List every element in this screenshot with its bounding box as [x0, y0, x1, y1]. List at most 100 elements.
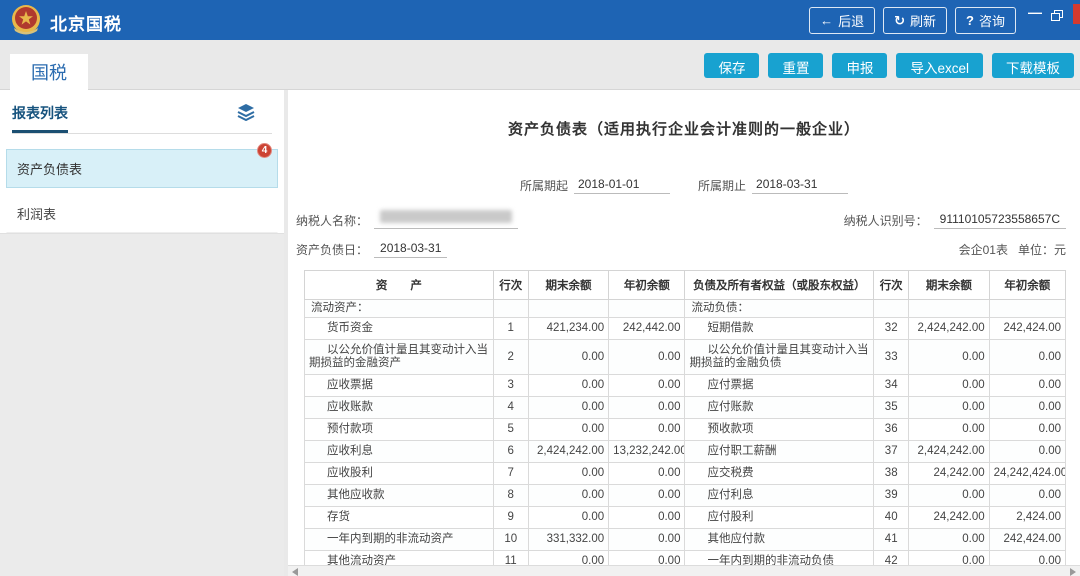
period-start-field[interactable]: 2018-01-01 [574, 177, 670, 194]
amount-cell[interactable]: 13,232,242.00 [609, 441, 685, 463]
item-name-cell: 短期借款 [685, 318, 874, 340]
amount-cell[interactable]: 0.00 [909, 397, 989, 419]
amount-cell[interactable]: 0.00 [609, 529, 685, 551]
line-number-cell: 36 [874, 419, 909, 441]
amount-cell[interactable]: 0.00 [989, 397, 1065, 419]
sidebar-item-balance-sheet[interactable]: 资产负债表 4 [6, 149, 278, 188]
refresh-button[interactable]: ↻ 刷新 [883, 7, 947, 34]
amount-cell[interactable]: 0.00 [909, 551, 989, 566]
table-row: 货币资金1421,234.00242,442.00短期借款322,424,242… [305, 318, 1066, 340]
amount-cell[interactable]: 0.00 [989, 551, 1065, 566]
amount-cell[interactable]: 0.00 [528, 507, 608, 529]
table-row: 应收账款40.000.00应付账款350.000.00 [305, 397, 1066, 419]
item-name-cell: 货币资金 [305, 318, 494, 340]
amount-cell[interactable]: 2,424,242.00 [909, 441, 989, 463]
amount-cell[interactable]: 242,424.00 [989, 529, 1065, 551]
item-name-cell: 其他应付款 [685, 529, 874, 551]
amount-cell[interactable]: 421,234.00 [528, 318, 608, 340]
amount-cell[interactable]: 0.00 [528, 397, 608, 419]
item-name-cell: 以公允价值计量且其变动计入当期损益的金融资产 [305, 340, 494, 375]
table-row: 其他流动资产110.000.00一年内到期的非流动负债420.000.00 [305, 551, 1066, 566]
table-row: 流动资产：流动负债： [305, 300, 1066, 318]
amount-cell[interactable]: 0.00 [609, 397, 685, 419]
declare-button[interactable]: 申报 [832, 53, 887, 78]
amount-cell[interactable]: 242,442.00 [609, 318, 685, 340]
horizontal-scrollbar[interactable] [288, 565, 1080, 576]
arrow-left-icon: ← [820, 13, 833, 28]
amount-cell[interactable]: 0.00 [989, 441, 1065, 463]
amount-cell[interactable]: 242,424.00 [989, 318, 1065, 340]
amount-cell[interactable]: 0.00 [909, 419, 989, 441]
line-number-cell: 9 [493, 507, 528, 529]
amount-cell[interactable]: 24,242.00 [909, 507, 989, 529]
taxpayer-id-label: 纳税人识别号： [844, 212, 928, 229]
amount-cell[interactable]: 0.00 [909, 529, 989, 551]
amount-cell[interactable]: 2,424,242.00 [528, 441, 608, 463]
download-template-button[interactable]: 下载模板 [992, 53, 1074, 78]
line-number-cell: 5 [493, 419, 528, 441]
scroll-right-arrow[interactable] [1070, 568, 1076, 576]
line-number-cell: 11 [493, 551, 528, 566]
column-header: 期末余额 [528, 271, 608, 300]
amount-cell[interactable]: 24,242.00 [909, 463, 989, 485]
amount-cell [909, 300, 989, 318]
restore-icon [1051, 10, 1064, 22]
amount-cell[interactable]: 0.00 [989, 340, 1065, 375]
line-number-cell: 38 [874, 463, 909, 485]
scroll-left-arrow[interactable] [292, 568, 298, 576]
back-button[interactable]: ← 后退 [809, 7, 875, 34]
table-row: 应收票据30.000.00应付票据340.000.00 [305, 375, 1066, 397]
balance-date-label: 资产负债日： [296, 241, 368, 258]
item-name-cell: 应付股利 [685, 507, 874, 529]
amount-cell[interactable]: 0.00 [609, 340, 685, 375]
item-name-cell: 应收利息 [305, 441, 494, 463]
amount-cell[interactable]: 24,242,424.00 [989, 463, 1065, 485]
amount-cell[interactable]: 0.00 [528, 463, 608, 485]
help-button[interactable]: ? 咨询 [955, 7, 1016, 34]
item-name-cell: 预收款项 [685, 419, 874, 441]
reset-button[interactable]: 重置 [768, 53, 823, 78]
toolbar: 保存 重置 申报 导入excel 下载模板 [704, 53, 1074, 78]
sidebar-item-profit-statement[interactable]: 利润表 [6, 194, 278, 233]
balance-date-field[interactable]: 2018-03-31 [374, 241, 447, 258]
help-button-label: 咨询 [979, 11, 1005, 30]
import-excel-button[interactable]: 导入excel [896, 53, 983, 78]
notification-badge: 4 [257, 143, 272, 158]
amount-cell[interactable]: 0.00 [609, 551, 685, 566]
line-number-cell: 41 [874, 529, 909, 551]
amount-cell[interactable]: 2,424,242.00 [909, 318, 989, 340]
amount-cell[interactable]: 0.00 [989, 419, 1065, 441]
amount-cell[interactable]: 0.00 [609, 419, 685, 441]
save-button[interactable]: 保存 [704, 53, 759, 78]
amount-cell[interactable]: 0.00 [609, 507, 685, 529]
layers-icon[interactable] [236, 103, 256, 126]
amount-cell[interactable]: 0.00 [528, 419, 608, 441]
amount-cell[interactable]: 0.00 [909, 375, 989, 397]
amount-cell[interactable]: 2,424.00 [989, 507, 1065, 529]
restore-button[interactable] [1051, 9, 1064, 27]
amount-cell[interactable]: 0.00 [528, 551, 608, 566]
amount-cell[interactable]: 0.00 [609, 375, 685, 397]
balance-table-wrap: 资 产行次期末余额年初余额负债及所有者权益（或股东权益）行次期末余额年初余额 流… [304, 270, 1066, 565]
amount-cell[interactable]: 0.00 [909, 340, 989, 375]
line-number-cell: 39 [874, 485, 909, 507]
amount-cell[interactable]: 331,332.00 [528, 529, 608, 551]
amount-cell[interactable]: 0.00 [528, 485, 608, 507]
close-button[interactable] [1073, 4, 1080, 24]
sidebar-item-label: 利润表 [17, 207, 56, 222]
amount-cell[interactable]: 0.00 [909, 485, 989, 507]
period-end-field[interactable]: 2018-03-31 [752, 177, 848, 194]
amount-cell[interactable]: 0.00 [528, 375, 608, 397]
amount-cell[interactable]: 0.00 [609, 463, 685, 485]
item-name-cell: 流动资产： [305, 300, 494, 318]
column-header: 行次 [874, 271, 909, 300]
item-name-cell: 应付利息 [685, 485, 874, 507]
amount-cell[interactable]: 0.00 [528, 340, 608, 375]
tab-guoshui[interactable]: 国税 [10, 54, 88, 90]
amount-cell[interactable]: 0.00 [989, 375, 1065, 397]
item-name-cell: 一年内到期的非流动负债 [685, 551, 874, 566]
amount-cell[interactable]: 0.00 [989, 485, 1065, 507]
amount-cell[interactable]: 0.00 [609, 485, 685, 507]
column-header: 行次 [493, 271, 528, 300]
minimize-button[interactable]: — [1028, 4, 1042, 20]
